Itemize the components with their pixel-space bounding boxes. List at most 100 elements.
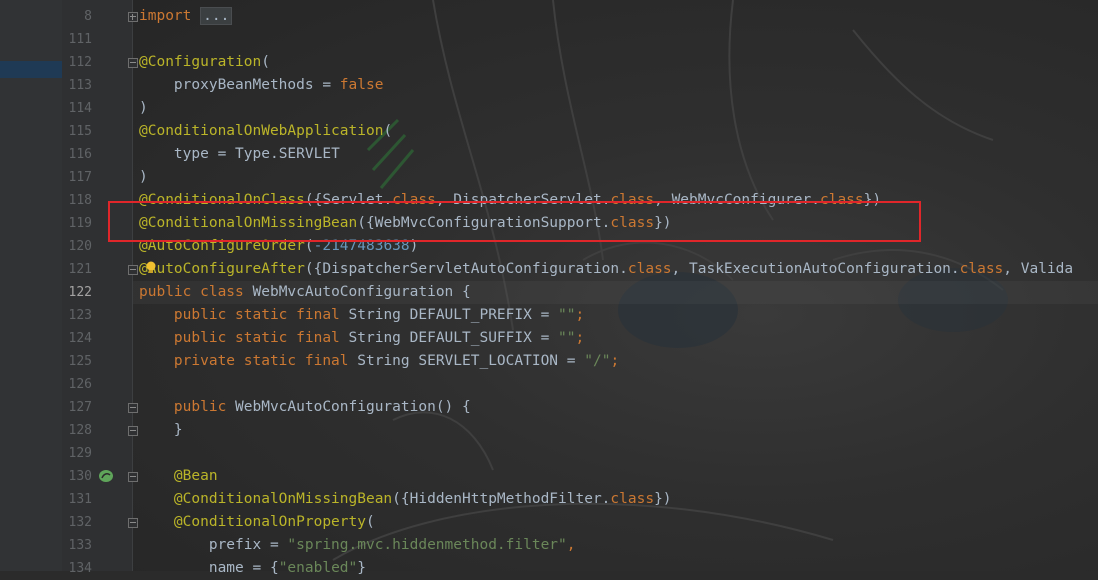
collapse-fold-icon[interactable] [128, 403, 138, 413]
line-number: 124 [68, 331, 92, 346]
code-line[interactable]: 134 name = {"enabled"} [0, 557, 1098, 580]
code-token: "/" [584, 353, 611, 369]
code-editor[interactable]: 8 import ... 111 112 @Configuration(113 prox… [0, 0, 1098, 576]
line-number: 133 [68, 538, 92, 553]
code-text: public static final String DEFAULT_SUFFI… [139, 327, 584, 350]
code-line-area[interactable] [133, 442, 1098, 465]
expand-fold-icon[interactable] [128, 12, 138, 22]
code-text: ) [139, 166, 148, 189]
highlight-annotation-box [108, 201, 921, 242]
code-line[interactable]: 122 public class WebMvcAutoConfiguration … [0, 281, 1098, 304]
line-number: 118 [68, 193, 92, 208]
code-line-area[interactable] [133, 51, 1098, 74]
code-text: public class WebMvcAutoConfiguration { [139, 281, 471, 304]
code-line[interactable]: 114) [0, 97, 1098, 120]
code-line[interactable]: 123 public static final String DEFAULT_P… [0, 304, 1098, 327]
code-token: @ConditionalOnMissingBean [173, 491, 393, 507]
code-line[interactable]: 8 import ... [0, 5, 1098, 28]
code-line-area[interactable] [133, 373, 1098, 396]
code-line[interactable]: 117) [0, 166, 1098, 189]
code-text: ) [139, 97, 148, 120]
code-token: WebMvcAutoConfiguration() { [235, 399, 471, 415]
line-number: 127 [68, 400, 92, 415]
code-text: public static final String DEFAULT_PREFI… [139, 304, 584, 327]
line-number: 114 [68, 101, 92, 116]
collapse-fold-icon[interactable] [128, 58, 138, 68]
code-token: , Valida [1003, 261, 1074, 277]
line-number: 119 [68, 216, 92, 231]
intention-bulb-icon[interactable] [146, 261, 156, 275]
code-token: ({HiddenHttpMethodFilter. [392, 491, 611, 507]
code-token: private static final [173, 353, 358, 369]
code-line[interactable]: 125 private static final String SERVLET_… [0, 350, 1098, 373]
code-token: , [566, 537, 576, 553]
code-token: public class [139, 284, 253, 300]
code-line[interactable]: 132 @ConditionalOnProperty( [0, 511, 1098, 534]
code-line[interactable]: 113 proxyBeanMethods = false [0, 74, 1098, 97]
code-line[interactable]: 133 prefix = "spring.mvc.hiddenmethod.fi… [0, 534, 1098, 557]
code-line[interactable]: 127 public WebMvcAutoConfiguration() { [0, 396, 1098, 419]
collapse-fold-icon[interactable] [128, 265, 138, 275]
code-token: "spring.mvc.hiddenmethod.filter" [287, 537, 567, 553]
spring-bean-icon[interactable] [98, 469, 114, 483]
code-line[interactable]: 126 [0, 373, 1098, 396]
code-line[interactable]: 128 } [0, 419, 1098, 442]
code-token: ( [261, 54, 270, 70]
code-line-area[interactable] [133, 465, 1098, 488]
code-line[interactable]: 115 @ConditionalOnWebApplication( [0, 120, 1098, 143]
code-token: } [139, 422, 183, 438]
code-token: prefix = [139, 537, 288, 553]
code-token: } [357, 560, 366, 576]
code-line-area[interactable] [133, 166, 1098, 189]
code-line[interactable]: 131 @ConditionalOnMissingBean({HiddenHtt… [0, 488, 1098, 511]
code-line[interactable]: 129 [0, 442, 1098, 465]
code-token: @Configuration [139, 54, 262, 70]
code-line-area[interactable] [133, 5, 1098, 28]
collapse-fold-icon[interactable] [128, 518, 138, 528]
code-token: public static final [173, 307, 349, 323]
collapse-fold-icon[interactable] [128, 472, 138, 482]
code-line[interactable]: 130 @Bean [0, 465, 1098, 488]
code-line[interactable]: 124 public static final String DEFAULT_S… [0, 327, 1098, 350]
line-number: 122 [68, 285, 92, 300]
code-token: public static final [173, 330, 349, 346]
code-line-area[interactable] [133, 28, 1098, 51]
line-number: 112 [68, 55, 92, 70]
line-number: 129 [68, 446, 92, 461]
line-number: 131 [68, 492, 92, 507]
code-token: type = Type. [139, 146, 279, 162]
code-line[interactable]: 116 type = Type.SERVLET [0, 143, 1098, 166]
collapse-fold-icon[interactable] [128, 426, 138, 436]
code-token: @Bean [173, 468, 218, 484]
code-token: ( [383, 123, 393, 139]
code-line-area[interactable] [133, 97, 1098, 120]
code-token: WebMvcAutoConfiguration { [252, 284, 471, 300]
line-number: 8 [84, 9, 92, 24]
code-text: } [139, 419, 183, 442]
code-token: ... [200, 7, 233, 25]
code-line[interactable]: 111 [0, 28, 1098, 51]
code-text: name = {"enabled"} [139, 557, 366, 580]
code-text: @ConditionalOnWebApplication( [139, 120, 392, 143]
code-token: proxyBeanMethods = [139, 77, 340, 93]
line-number: 126 [68, 377, 92, 392]
code-text: prefix = "spring.mvc.hiddenmethod.filter… [139, 534, 576, 557]
code-token: @ConditionalOnProperty [173, 514, 366, 530]
code-token: "enabled" [278, 560, 358, 576]
code-token: ( [365, 514, 375, 530]
code-token: @AutoConfigureAfter [139, 261, 305, 277]
code-line-area[interactable] [133, 419, 1098, 442]
code-text: @AutoConfigureAfter({DispatcherServletAu… [139, 258, 1073, 281]
line-number: 128 [68, 423, 92, 438]
code-token: import [139, 8, 201, 24]
code-line[interactable]: 112 @Configuration( [0, 51, 1098, 74]
code-text: @ConditionalOnProperty( [139, 511, 375, 534]
code-line[interactable]: 121 @AutoConfigureAfter({DispatcherServle… [0, 258, 1098, 281]
code-token: class [959, 261, 1004, 277]
code-token: String DEFAULT_SUFFIX = [348, 330, 559, 346]
